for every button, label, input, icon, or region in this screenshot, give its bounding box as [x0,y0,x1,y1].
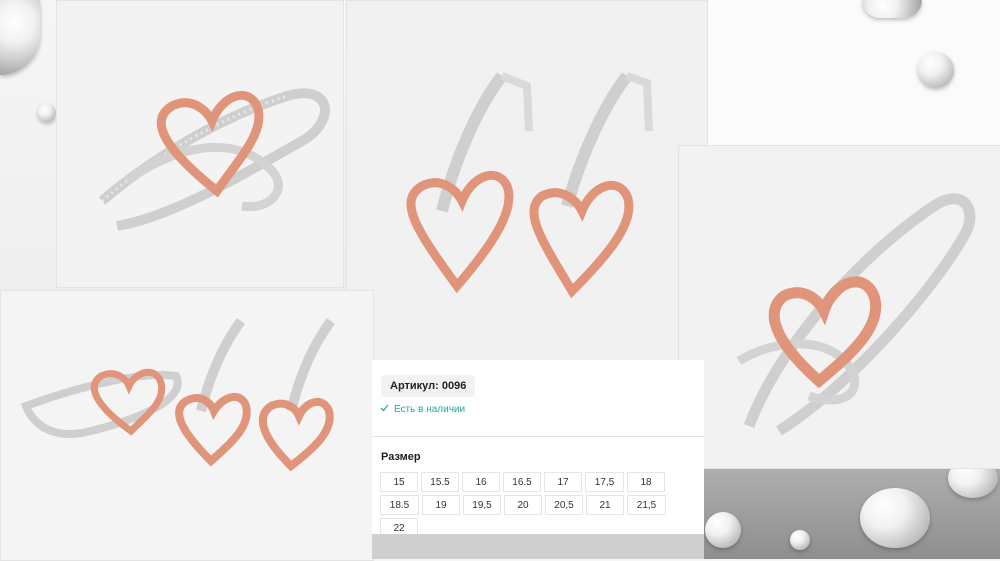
size-options: 15 15.5 16 16.5 17 17,5 18 18.5 19 19,5 … [380,472,704,538]
size-option[interactable]: 18 [627,472,665,492]
water-drop-decoration [860,488,930,548]
size-option[interactable]: 20,5 [545,495,583,515]
water-drop-decoration [0,0,40,75]
size-option[interactable]: 16 [462,472,500,492]
water-drop-decoration [918,52,954,88]
size-option[interactable]: 21,5 [627,495,666,515]
size-option[interactable]: 17 [544,472,582,492]
stock-status: Есть в наличии [380,404,465,415]
size-option[interactable]: 16.5 [503,472,541,492]
water-drop-decoration [38,104,56,122]
product-photo-ring[interactable] [56,0,344,288]
stock-status-text: Есть в наличии [394,404,466,415]
water-drop-decoration [790,530,810,550]
background-panel-light [700,0,1000,150]
bottom-strip [372,534,704,559]
product-photo-earrings[interactable] [346,0,708,362]
size-option[interactable]: 19,5 [463,495,501,515]
size-option[interactable]: 17,5 [585,472,624,492]
divider [372,436,704,437]
water-drop-decoration [862,0,922,18]
product-photo-ring-closeup[interactable] [678,145,1000,469]
size-option[interactable]: 19 [422,495,460,515]
size-option[interactable]: 15.5 [421,472,459,492]
water-drop-decoration [705,512,741,548]
product-photo-set[interactable] [0,290,374,561]
size-option[interactable]: 21 [586,495,624,515]
check-icon [380,404,389,415]
size-option[interactable]: 20 [504,495,542,515]
product-info-panel: Артикул: 0096 Есть в наличии Размер 15 1… [372,360,704,538]
size-option[interactable]: 15 [380,472,418,492]
sku-badge: Артикул: 0096 [381,375,476,397]
size-section-title: Размер [381,451,421,463]
size-option[interactable]: 18.5 [380,495,419,515]
